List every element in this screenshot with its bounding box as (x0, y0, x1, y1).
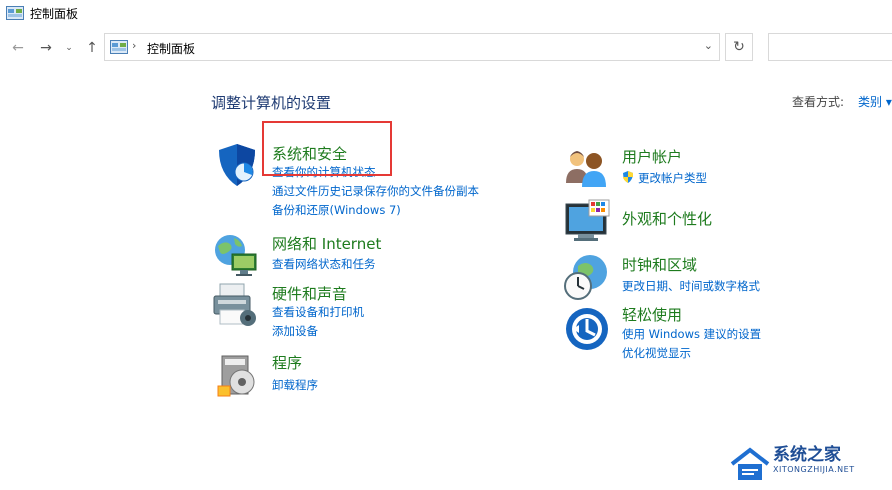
highlight-box (262, 121, 392, 176)
link-add-device[interactable]: 添加设备 (272, 323, 318, 339)
link-file-history-backup[interactable]: 通过文件历史记录保存你的文件备份副本 (272, 183, 479, 199)
link-uninstall-program[interactable]: 卸载程序 (272, 377, 318, 393)
category-hardware-sound[interactable]: 硬件和声音 (272, 283, 347, 304)
view-by-dropdown[interactable]: 类别 ▾ (858, 93, 892, 110)
link-network-status[interactable]: 查看网络状态和任务 (272, 256, 376, 272)
watermark-title: 系统之家 (773, 445, 841, 465)
page-heading: 调整计算机的设置 (211, 94, 332, 112)
uac-shield-icon (623, 171, 633, 183)
network-globe-icon[interactable] (210, 230, 260, 280)
breadcrumb-separator-icon[interactable]: › (132, 39, 136, 52)
view-by-label: 查看方式: (792, 95, 845, 109)
refresh-button[interactable]: ↻ (725, 33, 753, 61)
recent-locations-chevron-icon[interactable]: ⌄ (62, 38, 76, 58)
link-change-account-type[interactable]: 更改帐户类型 (638, 170, 707, 186)
watermark: 系统之家 XITONGZHIJIA.NET (728, 438, 888, 490)
category-network-internet[interactable]: 网络和 Internet (272, 233, 381, 254)
control-panel-icon (110, 40, 128, 54)
up-arrow-icon[interactable]: ↑ (82, 38, 102, 58)
monitor-palette-icon[interactable] (562, 198, 612, 248)
category-user-accounts[interactable]: 用户帐户 (622, 146, 682, 167)
link-devices-printers[interactable]: 查看设备和打印机 (272, 304, 364, 320)
search-input[interactable] (768, 33, 892, 61)
user-accounts-icon[interactable] (562, 143, 612, 193)
clock-globe-icon[interactable] (562, 252, 612, 302)
category-clock-region[interactable]: 时钟和区域 (622, 254, 697, 275)
forward-arrow-icon[interactable]: → (36, 38, 56, 58)
control-panel-icon (6, 6, 24, 20)
ease-of-access-icon[interactable] (563, 305, 613, 355)
shield-icon[interactable] (212, 140, 262, 190)
back-arrow-icon[interactable]: ← (8, 38, 28, 58)
printer-icon[interactable] (210, 280, 260, 330)
category-ease-of-access[interactable]: 轻松使用 (622, 304, 682, 325)
category-appearance-personalization[interactable]: 外观和个性化 (622, 208, 712, 229)
address-bar[interactable]: › 控制面板 ⌄ (104, 33, 720, 61)
watermark-house-icon (730, 447, 770, 480)
programs-disc-icon[interactable] (214, 350, 264, 400)
link-backup-restore[interactable]: 备份和还原(Windows 7) (272, 202, 401, 218)
category-programs[interactable]: 程序 (272, 352, 302, 373)
link-change-date-time-format[interactable]: 更改日期、时间或数字格式 (622, 278, 760, 294)
link-optimize-visual-display[interactable]: 优化视觉显示 (622, 345, 691, 361)
title-bar: 控制面板 (0, 0, 892, 28)
window-title: 控制面板 (30, 7, 79, 21)
watermark-subtitle: XITONGZHIJIA.NET (773, 465, 855, 474)
address-dropdown-icon[interactable]: ⌄ (704, 39, 713, 52)
link-windows-recommended-settings[interactable]: 使用 Windows 建议的设置 (622, 326, 761, 342)
breadcrumb-control-panel[interactable]: 控制面板 (147, 40, 195, 57)
